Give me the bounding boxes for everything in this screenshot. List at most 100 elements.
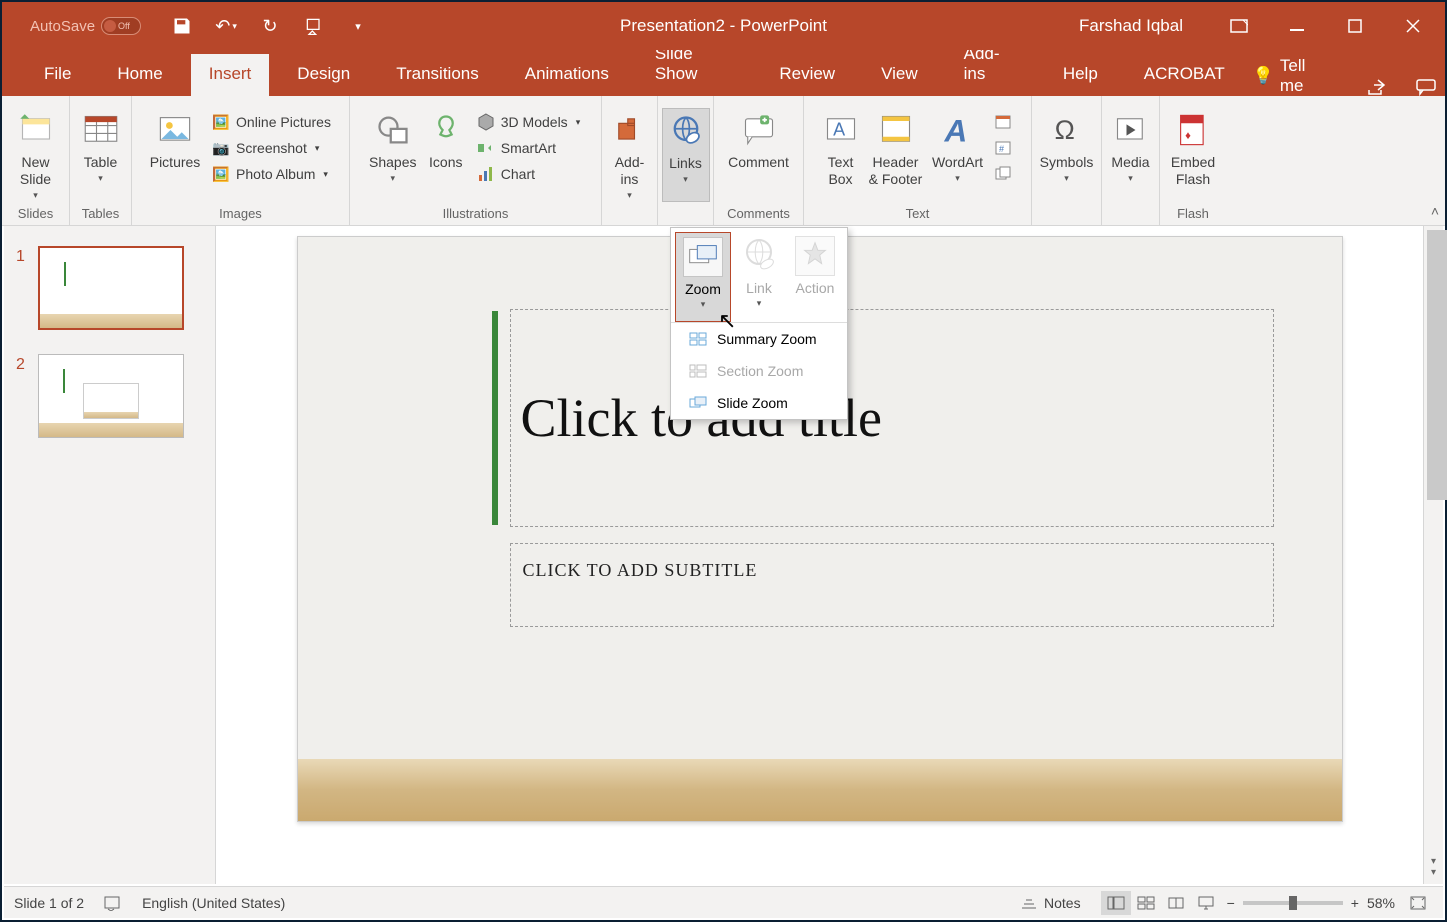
slide-thumbnails-pane[interactable]: 1 2 — [4, 226, 216, 884]
autosave-label: AutoSave — [30, 18, 95, 35]
thumbnail-1[interactable]: 1 — [16, 246, 203, 330]
notes-button[interactable]: Notes — [1020, 895, 1081, 911]
new-slide-icon — [18, 112, 54, 148]
section-zoom-item: Section Zoom — [671, 355, 847, 387]
slide-counter[interactable]: Slide 1 of 2 — [14, 895, 84, 911]
slide-zoom-icon — [689, 396, 707, 410]
lightbulb-icon: 💡 — [1253, 66, 1274, 86]
shapes-icon — [375, 112, 411, 148]
online-pictures-icon: 🖼️ — [212, 113, 230, 131]
maximize-icon[interactable] — [1333, 3, 1377, 49]
embed-flash-button[interactable]: ♦ Embed Flash — [1165, 108, 1221, 202]
pictures-icon — [157, 112, 193, 148]
media-button[interactable]: Media▾ — [1106, 108, 1156, 202]
links-button[interactable]: Links▾ — [662, 108, 710, 202]
group-flash-label: Flash — [1177, 202, 1209, 225]
smartart-button[interactable]: SmartArt — [471, 136, 586, 160]
icons-button[interactable]: Icons — [421, 108, 471, 202]
new-slide-button[interactable]: New Slide ▾ — [7, 108, 65, 202]
3d-models-icon — [477, 113, 495, 131]
svg-text:#: # — [999, 144, 1004, 154]
text-box-icon: A — [823, 112, 859, 148]
photo-album-icon: 🖼️ — [212, 165, 230, 183]
tab-help[interactable]: Help — [1045, 54, 1116, 96]
photo-album-button[interactable]: 🖼️Photo Album▾ — [206, 162, 337, 186]
reading-view-icon[interactable] — [1161, 891, 1191, 915]
zoom-out-icon[interactable]: − — [1227, 895, 1235, 911]
share-icon[interactable] — [1357, 78, 1396, 96]
close-icon[interactable] — [1391, 3, 1435, 49]
slideshow-view-icon[interactable] — [1191, 891, 1221, 915]
table-button[interactable]: Table ▾ — [72, 108, 130, 202]
quick-access-toolbar: ↶▾ ↻ ▾ — [169, 14, 371, 38]
svg-text:Ω: Ω — [1054, 115, 1074, 145]
user-name[interactable]: Farshad Iqbal — [1079, 16, 1183, 36]
undo-icon[interactable]: ↶▾ — [213, 14, 239, 38]
comment-button[interactable]: Comment — [720, 108, 798, 202]
tab-home[interactable]: Home — [99, 54, 180, 96]
date-time-button[interactable] — [988, 110, 1018, 134]
tab-transitions[interactable]: Transitions — [378, 54, 497, 96]
object-icon — [994, 165, 1012, 183]
3d-models-button[interactable]: 3D Models▾ — [471, 110, 586, 134]
normal-view-icon[interactable] — [1101, 891, 1131, 915]
autosave-switch[interactable]: Off — [101, 17, 141, 35]
status-bar: Slide 1 of 2 English (United States) Not… — [4, 886, 1443, 918]
minimize-icon[interactable] — [1275, 3, 1319, 49]
slide-zoom-item[interactable]: Slide Zoom — [671, 387, 847, 419]
icons-icon — [428, 112, 464, 148]
object-button[interactable] — [988, 162, 1018, 186]
link-button: Link▾ — [731, 232, 787, 322]
chart-button[interactable]: Chart — [471, 162, 586, 186]
collapse-ribbon-icon[interactable]: ˄ — [1431, 203, 1439, 219]
wordart-button[interactable]: A WordArt▾ — [928, 108, 988, 202]
ribbon-display-icon[interactable] — [1217, 3, 1261, 49]
group-comments-label: Comments — [727, 202, 790, 225]
chart-icon — [477, 165, 495, 183]
header-footer-button[interactable]: Header & Footer — [864, 108, 928, 202]
zoom-button[interactable]: Zoom▾ — [675, 232, 731, 322]
screenshot-button[interactable]: 📷Screenshot▾ — [206, 136, 337, 160]
summary-zoom-item[interactable]: Summary Zoom — [671, 323, 847, 355]
shapes-button[interactable]: Shapes▾ — [365, 108, 421, 202]
tab-acrobat[interactable]: ACROBAT — [1126, 54, 1243, 96]
tell-me-label: Tell me — [1280, 56, 1328, 96]
wordart-icon: A — [940, 112, 976, 148]
tab-design[interactable]: Design — [279, 54, 368, 96]
zoom-slider[interactable] — [1243, 901, 1343, 905]
group-images-label: Images — [219, 202, 262, 225]
zoom-level[interactable]: 58% — [1367, 895, 1395, 911]
tab-insert[interactable]: Insert — [191, 54, 270, 96]
pictures-button[interactable]: Pictures — [144, 108, 206, 202]
slide-number-button[interactable]: # — [988, 136, 1018, 160]
autosave-toggle[interactable]: AutoSave Off — [30, 17, 141, 35]
subtitle-placeholder[interactable]: CLICK TO ADD SUBTITLE — [510, 543, 1274, 627]
text-box-button[interactable]: A Text Box — [818, 108, 864, 202]
window-title: Presentation2 - PowerPoint — [620, 16, 827, 36]
tab-animations[interactable]: Animations — [507, 54, 627, 96]
redo-icon[interactable]: ↻ — [257, 14, 283, 38]
spell-check-icon[interactable] — [104, 895, 122, 911]
start-from-beginning-icon[interactable] — [301, 14, 327, 38]
scroll-down-icon[interactable]: ▾▾ — [1424, 856, 1443, 878]
scrollbar-thumb[interactable] — [1427, 230, 1447, 500]
tell-me[interactable]: 💡 Tell me — [1253, 56, 1338, 96]
table-icon — [83, 112, 119, 148]
symbols-button[interactable]: Ω Symbols▾ — [1036, 108, 1098, 202]
zoom-in-icon[interactable]: + — [1351, 895, 1359, 911]
comments-pane-icon[interactable] — [1406, 78, 1445, 96]
fit-to-window-icon[interactable] — [1403, 891, 1433, 915]
online-pictures-button[interactable]: 🖼️Online Pictures — [206, 110, 337, 134]
tab-review[interactable]: Review — [761, 54, 853, 96]
tab-view[interactable]: View — [863, 54, 936, 96]
title-placeholder[interactable]: Click to add title — [510, 309, 1274, 527]
slide-sorter-view-icon[interactable] — [1131, 891, 1161, 915]
link-icon — [739, 236, 779, 276]
save-icon[interactable] — [169, 14, 195, 38]
vertical-scrollbar[interactable]: ▾▾ — [1423, 226, 1443, 884]
language-indicator[interactable]: English (United States) — [142, 895, 285, 911]
tab-file[interactable]: File — [26, 54, 89, 96]
qat-customize-icon[interactable]: ▾ — [345, 14, 371, 38]
addins-button[interactable]: Add- ins▾ — [606, 108, 654, 202]
thumbnail-2[interactable]: 2 — [16, 354, 203, 438]
